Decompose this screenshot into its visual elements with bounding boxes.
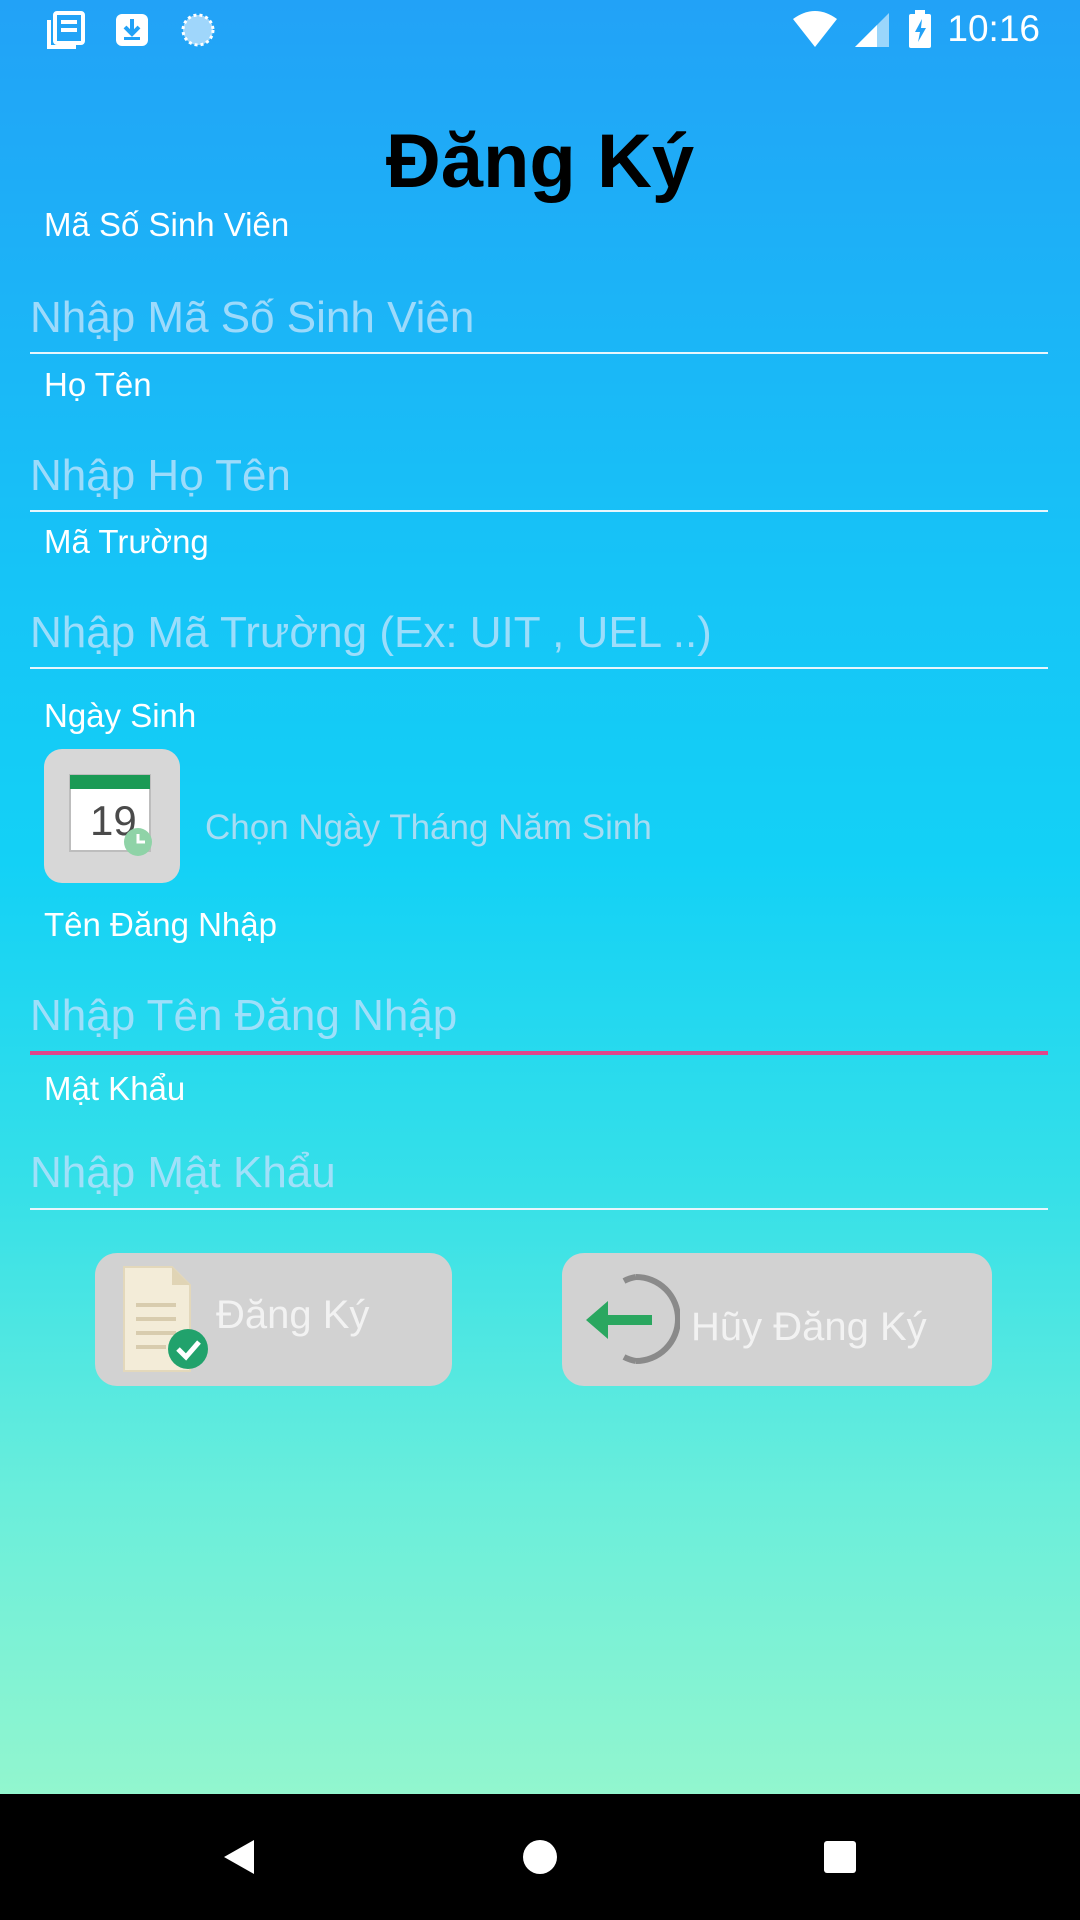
- date-picker-hint[interactable]: Chọn Ngày Tháng Năm Sinh: [205, 808, 652, 848]
- calendar-icon: 19: [69, 774, 152, 856]
- student-id-input[interactable]: [30, 288, 1048, 348]
- cancel-register-button-label: Hũy Đăng Ký: [691, 1305, 927, 1349]
- school-code-underline: [30, 667, 1048, 669]
- document-check-icon: [123, 1266, 208, 1372]
- school-code-input[interactable]: [30, 603, 1048, 663]
- page-title: Đăng Ký: [385, 119, 695, 204]
- date-picker-button[interactable]: 19: [44, 749, 180, 883]
- full-name-underline: [30, 510, 1048, 512]
- status-time: 10:16: [947, 8, 1040, 49]
- back-icon[interactable]: [220, 1837, 260, 1881]
- status-bar: 10:16: [0, 0, 1080, 64]
- cancel-register-button[interactable]: Hũy Đăng Ký: [562, 1253, 992, 1386]
- username-underline-focused: [30, 1051, 1048, 1055]
- wifi-icon: [791, 9, 839, 49]
- password-label: Mật Khẩu: [44, 1070, 186, 1107]
- username-label: Tên Đăng Nhập: [44, 906, 277, 943]
- register-button-label: Đăng Ký: [216, 1293, 370, 1337]
- password-underline: [30, 1208, 1048, 1210]
- username-input[interactable]: [30, 986, 1048, 1046]
- exit-arrow-icon: [586, 1274, 680, 1364]
- sync-icon: [178, 10, 218, 50]
- full-name-input[interactable]: [30, 446, 1048, 506]
- news-icon: [46, 10, 86, 50]
- register-button[interactable]: Đăng Ký: [95, 1253, 452, 1386]
- battery-charging-icon: [907, 9, 933, 49]
- student-id-underline: [30, 352, 1048, 354]
- birthday-label: Ngày Sinh: [44, 697, 197, 734]
- home-icon[interactable]: [520, 1837, 560, 1881]
- recents-icon[interactable]: [822, 1839, 858, 1879]
- password-input[interactable]: [30, 1143, 1048, 1203]
- full-name-label: Họ Tên: [44, 366, 152, 403]
- signal-icon: [853, 9, 893, 49]
- student-id-label: Mã Số Sinh Viên: [44, 206, 290, 243]
- navigation-bar: [0, 1794, 1080, 1920]
- school-code-label: Mã Trường: [44, 523, 209, 560]
- download-icon: [112, 10, 152, 50]
